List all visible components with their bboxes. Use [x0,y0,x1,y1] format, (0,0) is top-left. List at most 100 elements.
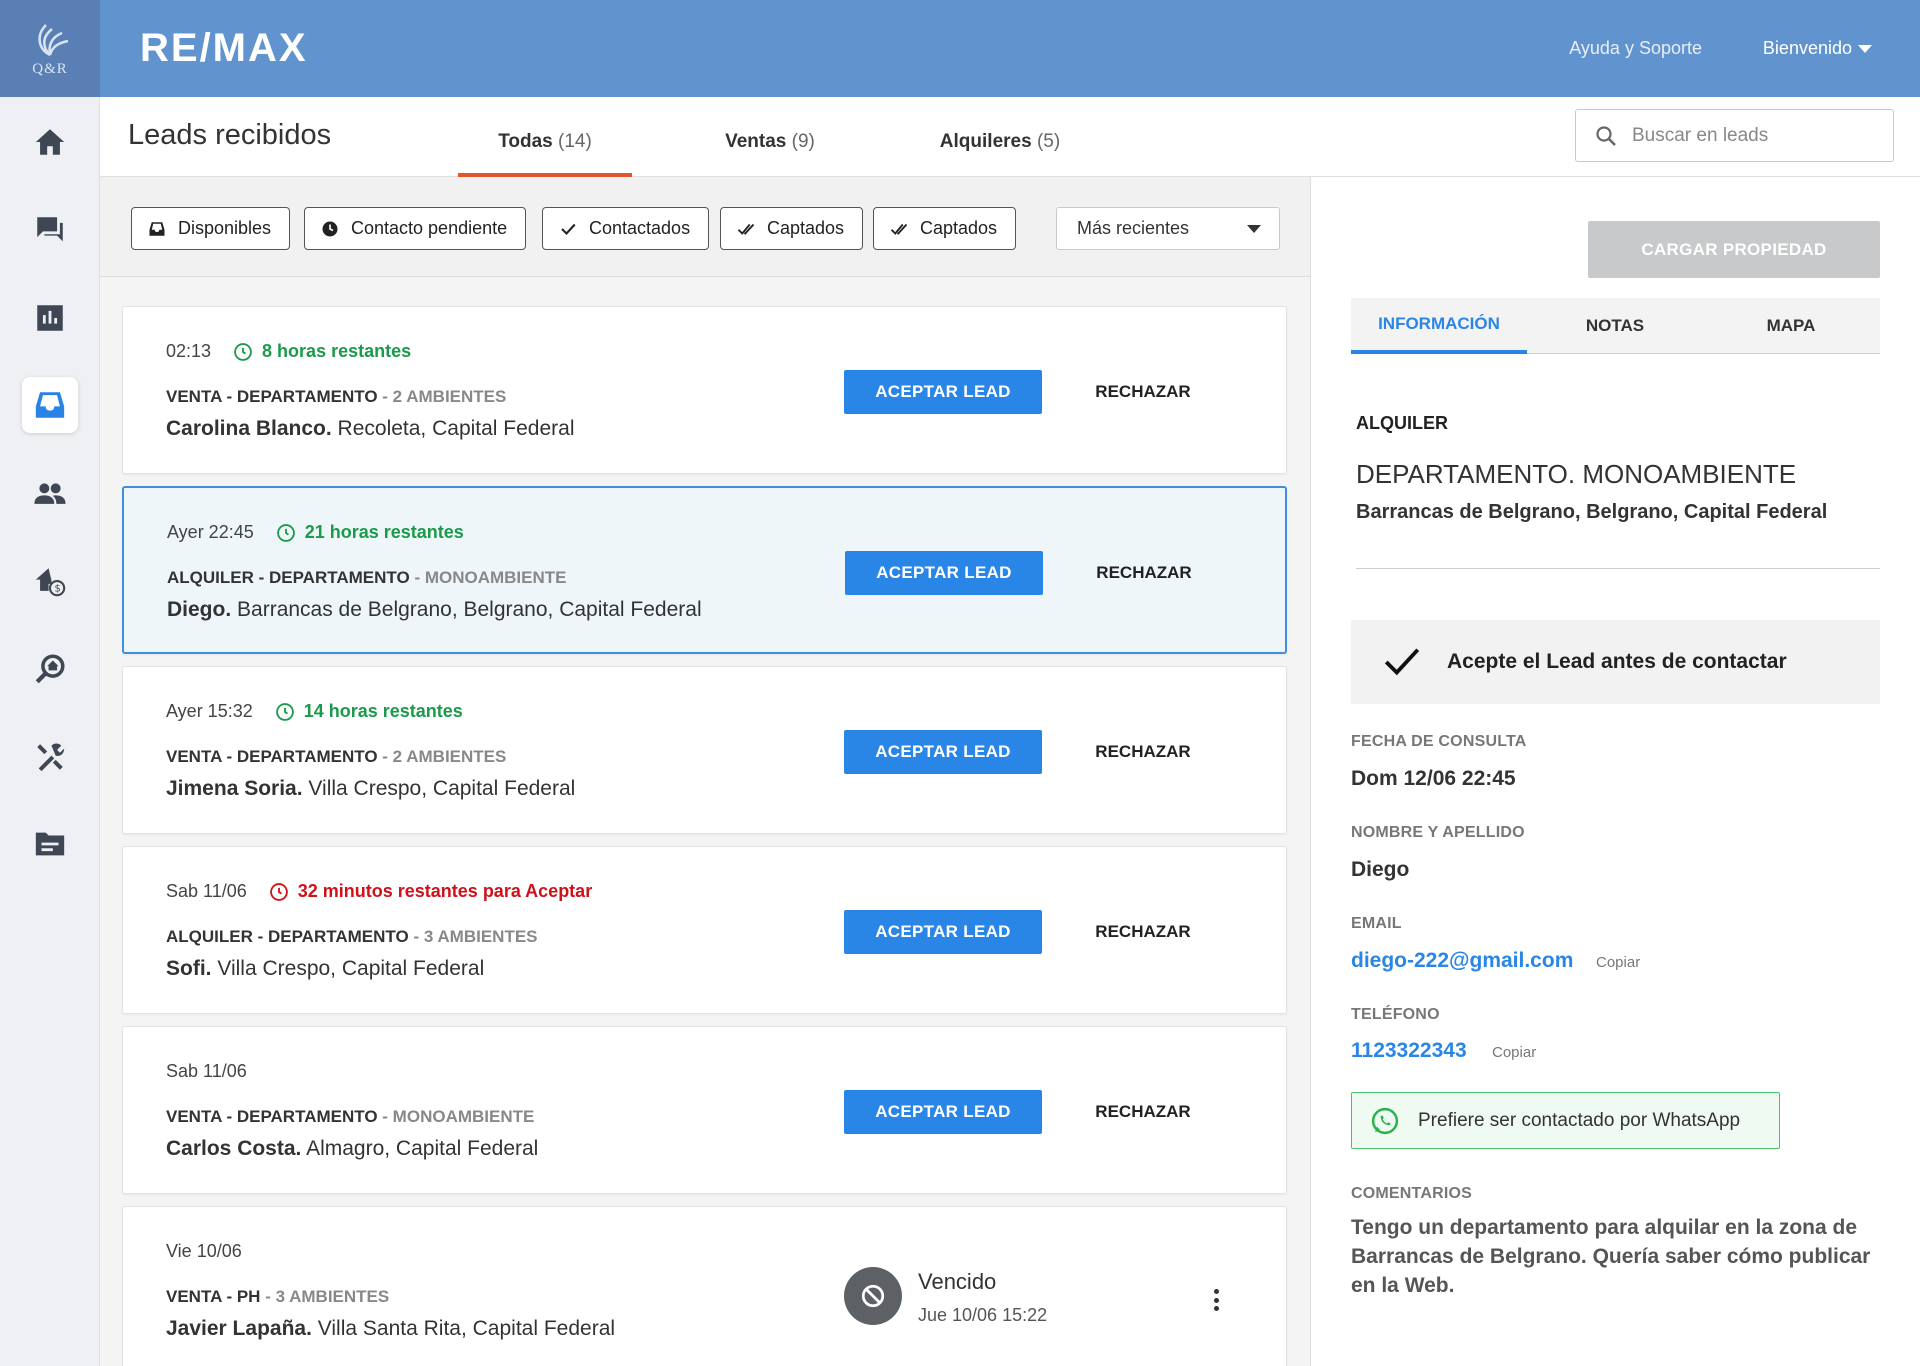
filter-disponibles[interactable]: Disponibles [131,207,291,250]
filter-captados-2[interactable]: Captados [873,207,1017,250]
inbox-icon [149,221,165,236]
sort-value: Más recientes [1077,218,1190,238]
lead-name: Carlos Costa. [166,1137,302,1160]
lead-name: Carolina Blanco. [166,417,332,440]
inbox-icon [35,392,65,418]
nav-search-properties[interactable] [22,641,78,697]
property-type: DEPARTAMENTO. MONOAMBIENTE [1356,459,1797,489]
copy-email-button[interactable]: Copiar [1596,954,1640,971]
double-check-icon [737,223,755,235]
lead-kind: ALQUILER - DEPARTAMENTO - 3 AMBIENTES [166,927,538,947]
lead-type: VENTA - DEPARTAMENTO [166,387,378,406]
nav-tasaciones[interactable]: $ [22,553,78,609]
phone-link[interactable]: 1123322343 [1351,1039,1467,1063]
tab-count: (9) [791,131,815,152]
lead-card-selected[interactable]: Ayer 22:45 21 horas restantes ALQUILER -… [122,486,1287,654]
tab-alquileres[interactable]: Alquileres (5) [920,131,1080,177]
lead-rooms: - 2 AMBIENTES [382,387,507,406]
lead-meta: Sab 11/06 [166,1061,247,1082]
tab-label: Ventas [725,131,787,152]
tab-label: Todas [498,131,553,152]
tab-todas[interactable]: Todas (14) [458,131,632,177]
lead-kind: VENTA - DEPARTAMENTO - MONOAMBIENTE [166,1107,534,1127]
lead-card-expired[interactable]: Vie 10/06 VENTA - PH - 3 AMBIENTES Javie… [122,1206,1287,1366]
clock-icon [275,702,294,721]
timer-text: 14 horas restantes [303,701,463,721]
accept-lead-button[interactable]: ACEPTAR LEAD [845,551,1043,595]
nav-home[interactable] [22,114,78,170]
chart-icon [37,305,63,331]
accept-lead-button[interactable]: ACEPTAR LEAD [844,910,1042,954]
accept-lead-button[interactable]: ACEPTAR LEAD [844,1090,1042,1134]
reject-lead-button[interactable]: RECHAZAR [1083,910,1203,954]
reject-lead-button[interactable]: RECHAZAR [1083,370,1203,414]
chat-icon [37,217,63,242]
property-address: Barrancas de Belgrano, Belgrano, Capital… [1356,501,1828,523]
lead-contact: Jimena Soria. Villa Crespo, Capital Fede… [166,777,575,801]
help-link[interactable]: Ayuda y Soporte [1569,38,1702,59]
tab-informacion[interactable]: INFORMACIÓN [1351,298,1527,354]
accept-lead-button[interactable]: ACEPTAR LEAD [844,370,1042,414]
lead-card[interactable]: 02:13 8 horas restantes VENTA - DEPARTAM… [122,306,1287,474]
lead-location: Recoleta, Capital Federal [337,417,575,440]
lead-kind: ALQUILER - DEPARTAMENTO - MONOAMBIENTE [167,568,567,588]
lead-rooms: - 3 AMBIENTES [413,927,538,946]
email-label: EMAIL [1351,915,1402,932]
nav-contacts[interactable] [22,466,78,522]
lead-location: Almagro, Capital Federal [306,1137,539,1160]
lead-contact: Carlos Costa. Almagro, Capital Federal [166,1137,538,1161]
blocked-icon [861,1284,885,1308]
reject-lead-button[interactable]: RECHAZAR [1083,730,1203,774]
lead-card[interactable]: Sab 11/06 VENTA - DEPARTAMENTO - MONOAMB… [122,1026,1287,1194]
lead-type: ALQUILER - DEPARTAMENTO [167,568,410,587]
lead-type: ALQUILER - DEPARTAMENTO [166,927,409,946]
lead-kind: VENTA - DEPARTAMENTO - 2 AMBIENTES [166,387,506,407]
lead-card[interactable]: Sab 11/06 32 minutos restantes para Acep… [122,846,1287,1014]
email-link[interactable]: diego-222@gmail.com [1351,949,1573,973]
reject-lead-button[interactable]: RECHAZAR [1084,551,1204,595]
nav-documents[interactable] [22,816,78,872]
house-price-icon: $ [35,568,66,597]
accept-lead-button[interactable]: ACEPTAR LEAD [844,730,1042,774]
svg-text:$: $ [55,584,61,595]
filter-bar: Disponibles Contacto pendiente Contactad… [100,177,1310,277]
expired-date: Jue 10/06 15:22 [918,1305,1048,1325]
lead-name: Sofi. [166,957,212,980]
more-options-icon[interactable] [1206,1285,1226,1315]
nav-leads[interactable] [22,377,78,433]
reject-lead-button[interactable]: RECHAZAR [1083,1090,1203,1134]
lead-timer: 21 horas restantes [276,522,464,543]
logo-mark-icon [38,24,69,57]
chip-label: Captados [767,218,845,238]
tab-ventas[interactable]: Ventas (9) [710,131,830,177]
filter-contacto-pendiente[interactable]: Contacto pendiente [304,207,527,250]
page-title: Leads recibidos [128,119,332,151]
lead-type: VENTA - DEPARTAMENTO [166,747,378,766]
load-property-button[interactable]: CARGAR PROPIEDAD [1588,221,1880,278]
chip-label: Disponibles [178,218,272,238]
sort-select[interactable]: Más recientes [1056,207,1280,250]
search-box[interactable] [1575,109,1894,162]
filter-captados[interactable]: Captados [720,207,864,250]
filter-contactados[interactable]: Contactados [542,207,710,250]
copy-phone-button[interactable]: Copiar [1492,1044,1536,1061]
lead-rooms: - 2 AMBIENTES [382,747,507,766]
chevron-down-icon [1858,44,1872,53]
lead-meta: Ayer 15:32 14 horas restantes [166,701,463,722]
comments-label: COMENTARIOS [1351,1185,1473,1202]
nav-stats[interactable] [22,290,78,346]
lead-kind: VENTA - DEPARTAMENTO - 2 AMBIENTES [166,747,506,767]
user-menu[interactable]: Bienvenido [1763,38,1872,59]
tab-mapa[interactable]: MAPA [1703,298,1879,354]
app-logo[interactable]: Q&R [0,0,100,97]
tab-notas[interactable]: NOTAS [1527,298,1703,354]
search-input[interactable] [1632,124,1882,147]
top-bar: RE/MAX Ayuda y Soporte Bienvenido [100,0,1920,97]
nav-messages[interactable] [22,202,78,258]
nav-tools[interactable] [22,729,78,785]
lead-rooms: - 3 AMBIENTES [265,1287,390,1306]
lead-contact: Diego. Barrancas de Belgrano, Belgrano, … [167,598,702,622]
lead-location: Villa Santa Rita, Capital Federal [317,1317,616,1340]
lead-card[interactable]: Ayer 15:32 14 horas restantes VENTA - DE… [122,666,1287,834]
timer-text: 21 horas restantes [304,522,464,542]
